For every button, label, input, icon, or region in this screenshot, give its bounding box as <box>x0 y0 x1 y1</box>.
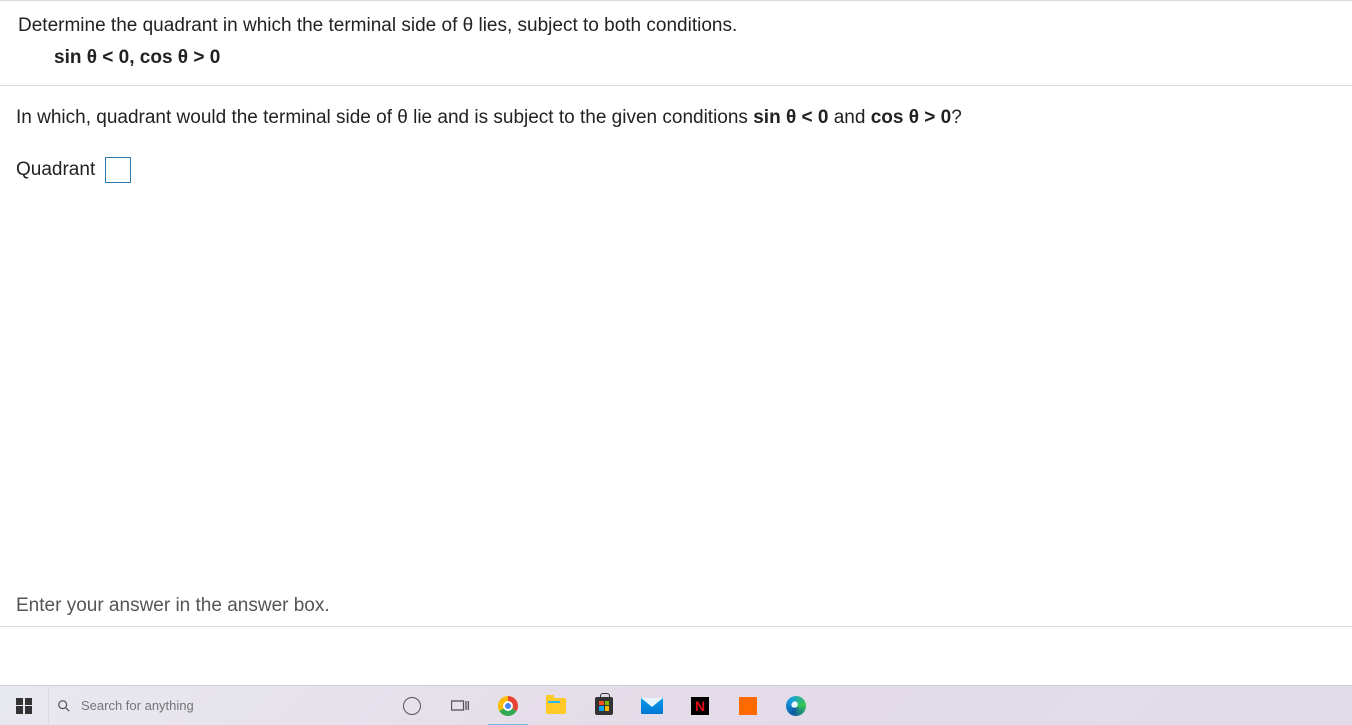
mail-icon <box>641 695 663 717</box>
task-view-button[interactable] <box>436 686 484 725</box>
taskbar-apps: N <box>388 686 820 725</box>
circle-icon <box>401 695 423 717</box>
edge-icon <box>785 695 807 717</box>
folder-icon <box>545 695 567 717</box>
start-button[interactable] <box>0 686 48 725</box>
subq-suffix: ? <box>951 107 962 128</box>
netflix-app[interactable]: N <box>676 686 724 725</box>
problem-conditions: sin θ < 0, cos θ > 0 <box>0 47 1352 85</box>
task-view-icon <box>449 695 471 717</box>
sub-question: In which, quadrant would the terminal si… <box>0 86 1352 133</box>
quadrant-input[interactable] <box>105 157 131 183</box>
taskbar-search[interactable] <box>48 686 388 725</box>
orange-app[interactable] <box>724 686 772 725</box>
page-root: Determine the quadrant in which the term… <box>0 0 1352 725</box>
answer-row: Quadrant <box>0 133 1352 183</box>
search-input[interactable] <box>81 698 361 713</box>
mail-app[interactable] <box>628 686 676 725</box>
chrome-app[interactable] <box>484 686 532 725</box>
edge-app[interactable] <box>772 686 820 725</box>
windows-taskbar: N <box>0 685 1352 725</box>
orange-app-icon <box>737 695 759 717</box>
microsoft-store-app[interactable] <box>580 686 628 725</box>
answer-label: Quadrant <box>16 159 95 181</box>
file-explorer-app[interactable] <box>532 686 580 725</box>
windows-logo-icon <box>16 698 32 714</box>
netflix-icon: N <box>689 695 711 717</box>
subq-cond1: sin θ < 0 <box>753 107 828 128</box>
content-area: Determine the quadrant in which the term… <box>0 0 1352 183</box>
problem-statement: Determine the quadrant in which the term… <box>0 1 1352 47</box>
store-icon <box>593 695 615 717</box>
subq-prefix: In which, quadrant would the terminal si… <box>16 107 753 128</box>
chrome-icon <box>497 695 519 717</box>
divider-bottom <box>0 626 1352 627</box>
instruction-text: Enter your answer in the answer box. <box>16 595 330 617</box>
subq-mid: and <box>828 107 870 128</box>
subq-cond2: cos θ > 0 <box>871 107 952 128</box>
cortana-button[interactable] <box>388 686 436 725</box>
search-icon <box>57 699 71 713</box>
